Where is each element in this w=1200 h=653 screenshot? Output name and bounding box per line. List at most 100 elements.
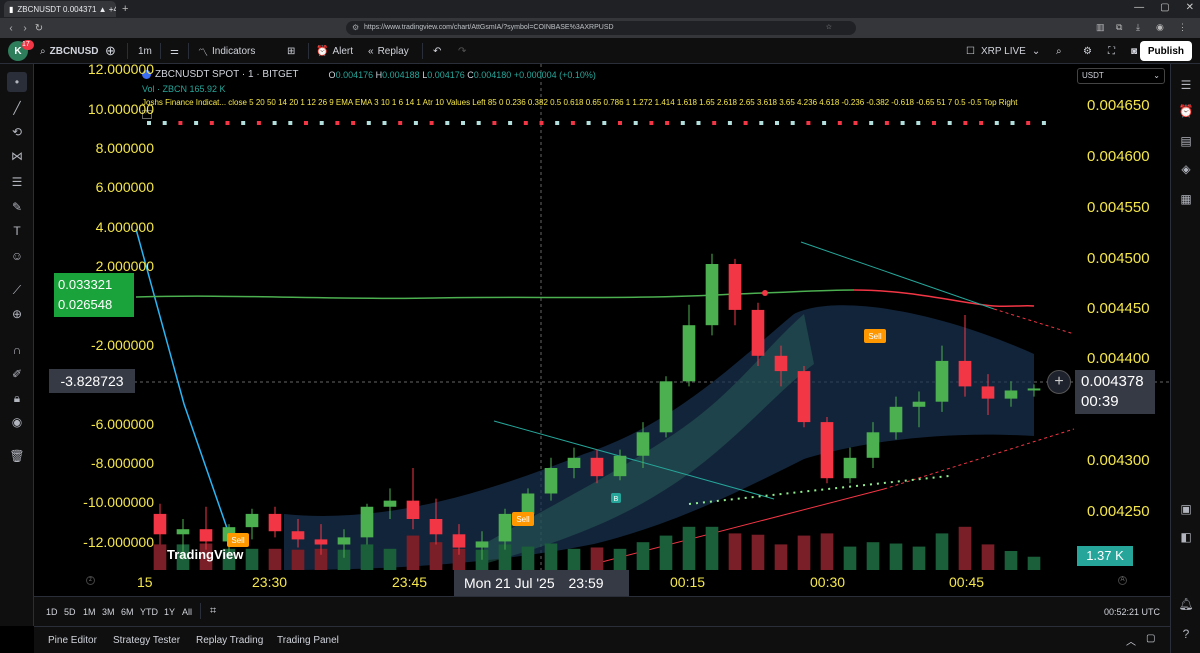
alert-button[interactable]: ⏰ Alert (316, 38, 353, 64)
legend-volume[interactable]: Vol · ZBCN 165.92 K (142, 84, 1017, 94)
data-window-icon[interactable]: ▦ (1177, 190, 1195, 208)
bookmark-star-icon[interactable]: ☆ (826, 21, 832, 35)
maximize-icon[interactable]: ▢ (1160, 2, 1169, 13)
tab-replay-trading[interactable]: Replay Trading (196, 635, 263, 646)
range-1d[interactable]: 1D (46, 607, 58, 617)
currency-selector[interactable]: USDT ⌄ (1077, 68, 1165, 84)
alert-label: Alert (332, 45, 354, 57)
compare-symbol-icon[interactable]: ⊕ (105, 38, 116, 64)
range-6m[interactable]: 6M (121, 607, 134, 617)
interval-button[interactable]: 1m (138, 38, 152, 64)
alerts-clock-icon[interactable]: ⏰ (1177, 102, 1195, 120)
layers-icon[interactable]: ◈ (1177, 160, 1195, 178)
emoji-tool-icon[interactable]: ☺ (7, 246, 27, 266)
forecast-tool-icon[interactable]: ☰ (7, 172, 27, 192)
range-1m[interactable]: 1M (83, 607, 96, 617)
tab-strategy-tester[interactable]: Strategy Tester (113, 635, 180, 646)
add-alert-plus-icon[interactable]: + (1047, 370, 1071, 394)
maximize-panel-icon[interactable]: ︿ (1126, 633, 1136, 648)
browser-menu-icon[interactable]: ⋮ (1178, 22, 1187, 33)
candle (291, 531, 305, 540)
indicator-dot (837, 121, 842, 125)
address-bar[interactable]: ⚙ https://www.tradingview.com/chart/AttG… (346, 21, 856, 35)
fullscreen-icon[interactable]: ⛶ (1108, 38, 1115, 64)
lock-pencil-icon[interactable]: ✐ (7, 364, 27, 384)
indicator-dot (539, 121, 544, 125)
help-icon[interactable]: ? (1177, 625, 1195, 643)
pattern-tool-icon[interactable]: ⋈ (7, 146, 27, 166)
indicator-dot (806, 121, 811, 125)
reload-icon[interactable]: ↻ (32, 23, 46, 34)
redo-icon[interactable]: ↷ (458, 38, 466, 64)
bottom-panel-tabs: Pine Editor Strategy Tester Replay Tradi… (34, 626, 1170, 653)
chart-pane[interactable]: Sell Sell Sell B TradingView ZBCNUSDT SP… (34, 64, 1170, 604)
range-ytd[interactable]: YTD (140, 607, 158, 617)
magnet-icon[interactable]: ∩ (7, 340, 27, 360)
forward-icon[interactable]: › (18, 23, 32, 34)
time-axis[interactable]: z 15 23:30 23:45 00:15 00:30 00:45 Mon 2… (34, 570, 1170, 596)
trash-icon[interactable]: 🗑︎ (7, 446, 27, 466)
extension-icon[interactable]: ▥ (1096, 22, 1105, 33)
range-all[interactable]: All (182, 607, 192, 617)
auto-scale-icon[interactable]: A (1118, 576, 1127, 585)
scroll-left-icon[interactable]: z (86, 576, 95, 585)
low-value: 0.004176 (427, 69, 465, 80)
zoom-in-icon[interactable]: ⊕ (7, 304, 27, 324)
tab-pine-editor[interactable]: Pine Editor (48, 635, 97, 646)
expand-panel-icon[interactable]: ▢ (1146, 633, 1155, 644)
sell-signal-2: Sell (512, 512, 534, 526)
trend-line-tool-icon[interactable]: ╱ (7, 98, 27, 118)
right-scale-tick: 0.004400 (1087, 350, 1150, 367)
candle-type-icon[interactable]: ⚌ (170, 38, 179, 64)
open-label: O (328, 69, 336, 80)
candle (521, 493, 535, 514)
indicator-dot (366, 121, 371, 125)
tab-search-icon[interactable]: ⧉ (1116, 22, 1122, 33)
quick-search-icon[interactable]: ⌕ (1056, 38, 1062, 64)
indicators-button[interactable]: 〽 Indicators (198, 38, 255, 64)
range-1y[interactable]: 1Y (164, 607, 175, 617)
watchlist-icon[interactable]: ☰ (1177, 76, 1195, 94)
minimize-icon[interactable]: — (1134, 2, 1144, 13)
range-3m[interactable]: 3M (102, 607, 115, 617)
notifications-bell-icon[interactable]: 🔔︎ (1177, 595, 1195, 613)
legend-indicator[interactable]: Joshs Finance Indicat... close 5 20 50 1… (142, 98, 1017, 107)
site-info-icon[interactable]: ⚙ (352, 21, 359, 35)
profile-icon[interactable]: ◉ (1156, 22, 1164, 33)
layouts-icon[interactable]: ⊞ (287, 38, 295, 64)
replay-button[interactable]: « Replay (368, 38, 409, 64)
settings-gear-icon[interactable]: ⚙ (1083, 38, 1092, 64)
eye-icon[interactable]: ◉ (7, 412, 27, 432)
legend-symbol[interactable]: ZBCNUSDT SPOT · 1 · BITGET (155, 69, 299, 80)
publish-button[interactable]: Publish (1139, 41, 1192, 61)
calendar-icon[interactable]: ▣ (1177, 500, 1195, 518)
tab-trading-panel[interactable]: Trading Panel (277, 635, 339, 646)
text-tool-icon[interactable]: T (7, 221, 27, 241)
chart-top-toolbar: K 17 ⌕ ZBCNUSD ⊕ 1m ⚌ 〽 Indicators ⊞ ⏰ A… (0, 38, 1200, 64)
last-price: 0.004378 (1081, 373, 1144, 390)
indicators-icon: 〽 (198, 47, 208, 59)
crosshair-tool-icon[interactable]: • (7, 72, 27, 92)
downloads-icon[interactable]: ⤓ (1136, 22, 1140, 33)
goto-date-icon[interactable]: ⌗ (210, 605, 216, 618)
volume-bar (728, 533, 742, 570)
indicator-dot (853, 121, 858, 125)
browser-tab[interactable]: ▮ ZBCNUSDT 0.004371 ▲ +4.57% ✕ (4, 1, 116, 17)
back-icon[interactable]: ‹ (4, 23, 18, 34)
news-icon[interactable]: ▤ (1177, 132, 1195, 150)
utc-clock[interactable]: 00:52:21 UTC (1104, 607, 1160, 617)
symbol-search[interactable]: ⌕ ZBCNUSD (40, 38, 99, 64)
fib-tool-icon[interactable]: ⟲ (7, 122, 27, 142)
lock-icon[interactable]: 🔒︎ (7, 388, 27, 408)
ruler-tool-icon[interactable]: ⟋ (7, 280, 27, 300)
ideas-icon[interactable]: ◧ (1177, 528, 1195, 546)
price-chart-svg[interactable]: Sell Sell Sell B TradingView (34, 64, 1170, 604)
watchlist-selector[interactable]: ☐ XRP LIVE ⌄ (966, 38, 1040, 64)
range-5d[interactable]: 5D (64, 607, 76, 617)
brush-tool-icon[interactable]: ✎ (7, 197, 27, 217)
close-window-icon[interactable]: ✕ (1186, 2, 1194, 13)
new-tab-icon[interactable]: + (122, 3, 128, 15)
volume-bar (659, 535, 673, 570)
camera-icon[interactable]: ◙ (1131, 38, 1137, 64)
undo-icon[interactable]: ↶ (433, 38, 441, 64)
